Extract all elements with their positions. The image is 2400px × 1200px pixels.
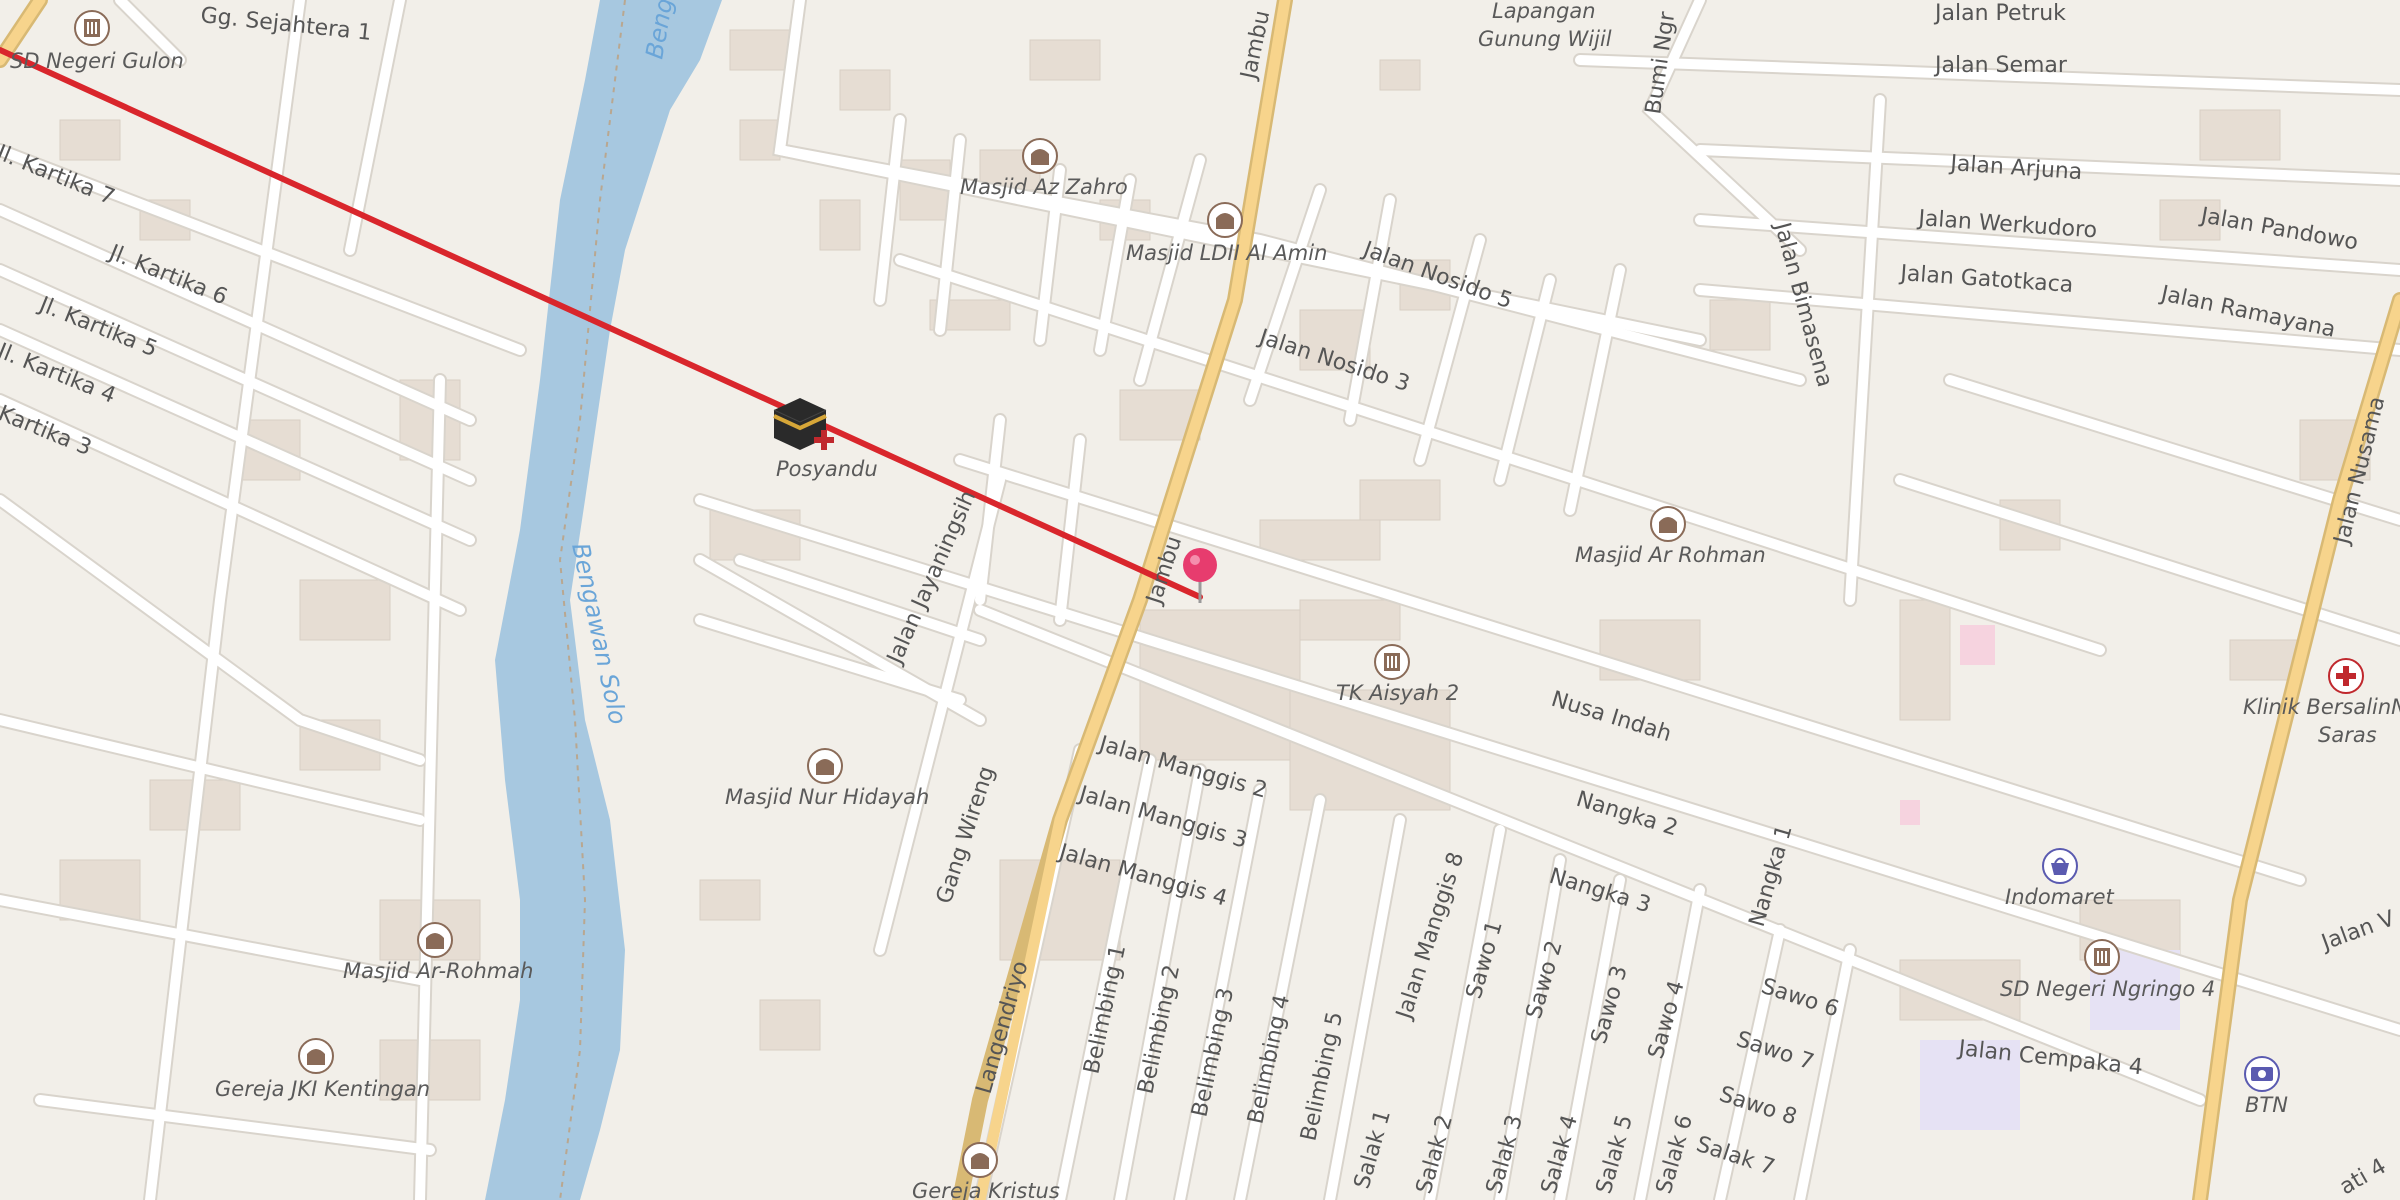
poi-label: Masjid LDII Al Amin [1126,241,1327,265]
school-icon[interactable] [2084,939,2120,975]
poi-label: Masjid Az Zahro [960,175,1128,199]
poi-label: Gereja JKI Kentingan [215,1077,430,1101]
church-icon[interactable] [962,1142,998,1178]
school-icon[interactable] [1374,644,1410,680]
poi-label: Masjid Nur Hidayah [725,785,929,809]
shopping-basket-icon[interactable] [2042,848,2078,884]
poi-label: SD Negeri Gulon [10,49,184,73]
mosque-icon[interactable] [807,748,843,784]
poi-label: BTN [2245,1093,2288,1117]
poi-label: Saras [2318,723,2377,747]
map-canvas[interactable]: Bengawan Solo Bengawan Solo Gg. Sejahter… [0,0,2400,1200]
poi-label: TK Aisyah 2 [1336,681,1459,705]
mosque-icon[interactable] [1650,506,1686,542]
bank-icon[interactable] [2244,1056,2280,1092]
street-label: Jalan Petruk [1933,1,2066,26]
poi-label: Posyandu [776,457,878,481]
church-icon[interactable] [298,1038,334,1074]
street-label: Jalan Semar [1933,53,2068,78]
poi-label: Masjid Ar Rohman [1575,543,1766,567]
school-icon[interactable] [74,10,110,46]
poi-label: Gunung Wijil [1478,27,1612,51]
poi-label: Indomaret [2005,885,2115,909]
clinic-cross-icon[interactable] [2328,658,2364,694]
poi-label: Masjid Ar-Rohmah [343,959,533,983]
poi-label: SD Negeri Ngringo 4 [2000,977,2215,1001]
mosque-icon[interactable] [1207,202,1243,238]
poi-label: Gereja Kristus [912,1179,1060,1200]
poi-label: Klinik BersalinN [2243,695,2400,719]
residential-area [1960,625,1995,665]
residential-area [1900,800,1920,825]
poi-label: Lapangan [1492,0,1596,23]
mosque-icon[interactable] [1022,138,1058,174]
mosque-icon[interactable] [417,922,453,958]
